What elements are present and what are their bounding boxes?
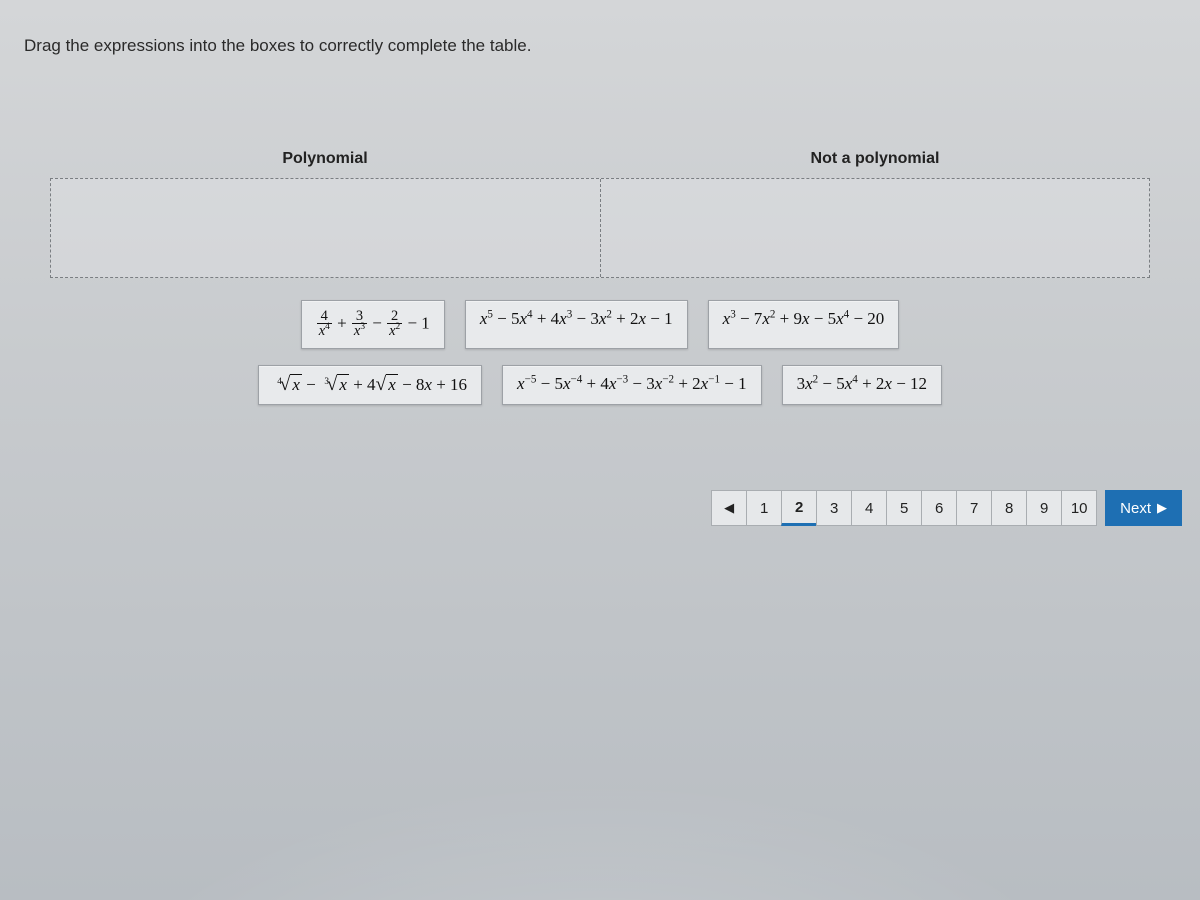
classification-table: Polynomial Not a polynomial bbox=[50, 150, 1150, 278]
header-polynomial: Polynomial bbox=[50, 150, 600, 178]
pager-next-button[interactable]: Next ▶ bbox=[1105, 490, 1182, 526]
pager-page-8[interactable]: 8 bbox=[991, 490, 1027, 526]
tile-mixed-degree[interactable]: x3 − 7x2 + 9x − 5x4 − 20 bbox=[708, 300, 900, 349]
pager-page-3[interactable]: 3 bbox=[816, 490, 852, 526]
tile-negative-exponents[interactable]: x−5 − 5x−4 + 4x−3 − 3x−2 + 2x−1 − 1 bbox=[502, 365, 762, 405]
pager-page-10[interactable]: 10 bbox=[1061, 490, 1097, 526]
screen-glare-overlay bbox=[0, 0, 1200, 900]
tile-fractions[interactable]: 4x4 + 3x3 − 2x2 − 1 bbox=[301, 300, 445, 349]
tile-radicals[interactable]: 4√x − 3√x + 4√x − 8x + 16 bbox=[258, 365, 482, 405]
next-label: Next bbox=[1120, 500, 1151, 517]
question-pager: ◀ 1 2 3 4 5 6 7 8 9 10 Next ▶ bbox=[711, 490, 1182, 526]
chevron-left-icon: ◀ bbox=[724, 500, 734, 516]
tile-quintic[interactable]: x5 − 5x4 + 4x3 − 3x2 + 2x − 1 bbox=[465, 300, 688, 349]
drop-zone-polynomial[interactable] bbox=[51, 179, 600, 277]
pager-page-1[interactable]: 1 bbox=[746, 490, 782, 526]
pager-page-4[interactable]: 4 bbox=[851, 490, 887, 526]
instruction-text: Drag the expressions into the boxes to c… bbox=[24, 36, 531, 56]
pager-prev-button[interactable]: ◀ bbox=[711, 490, 747, 526]
pager-page-9[interactable]: 9 bbox=[1026, 490, 1062, 526]
pager-page-5[interactable]: 5 bbox=[886, 490, 922, 526]
tile-quartic-mix[interactable]: 3x2 − 5x4 + 2x − 12 bbox=[782, 365, 942, 405]
drop-zone-not-polynomial[interactable] bbox=[601, 179, 1150, 277]
pager-page-7[interactable]: 7 bbox=[956, 490, 992, 526]
expression-tiles: 4x4 + 3x3 − 2x2 − 1 x5 − 5x4 + 4x3 − 3x2… bbox=[50, 300, 1150, 405]
header-not-polynomial: Not a polynomial bbox=[600, 150, 1150, 178]
chevron-right-icon: ▶ bbox=[1157, 500, 1167, 516]
pager-page-6[interactable]: 6 bbox=[921, 490, 957, 526]
pager-page-2[interactable]: 2 bbox=[781, 490, 817, 526]
